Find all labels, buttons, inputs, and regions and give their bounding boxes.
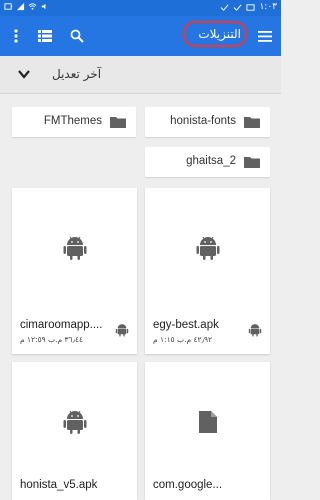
more-vert-icon	[14, 29, 18, 43]
folder-name: honista-fonts	[170, 115, 236, 127]
file-name: com.google...	[153, 479, 223, 491]
android-icon	[196, 236, 219, 260]
more-options-button[interactable]	[6, 26, 26, 46]
folder-item[interactable]: ghaitsa_2	[145, 147, 270, 177]
android-icon	[248, 324, 262, 337]
file-thumbnail	[12, 188, 137, 308]
wifi-icon	[28, 3, 37, 10]
folder-name: ghaitsa_2	[186, 155, 236, 167]
android-icon	[63, 410, 86, 434]
status-right-icons: ١:٠٣	[220, 2, 277, 12]
document-icon	[198, 411, 217, 433]
page-title: التنزيلات	[198, 27, 241, 41]
menu-button[interactable]	[255, 26, 275, 46]
battery-icon	[4, 3, 13, 10]
folder-item[interactable]: FMThemes	[12, 107, 136, 137]
file-item[interactable]: cimaroomapp.... ٣٦٫٤٤ م.ب ١٢:٥٩ م	[12, 188, 137, 354]
sort-label: آخر تعديل	[52, 67, 102, 81]
file-name: honista_v5.apk	[20, 479, 98, 491]
search-button[interactable]	[67, 26, 87, 46]
folder-icon	[244, 117, 260, 128]
folder-icon	[110, 117, 126, 128]
mute-icon	[41, 3, 46, 10]
app-bar: التنزيلات	[0, 16, 281, 56]
image-icon	[246, 3, 256, 11]
android-icon	[115, 324, 129, 337]
status-left-icons	[4, 2, 49, 11]
folder-item[interactable]: honista-fonts	[145, 107, 270, 137]
hamburger-menu-icon	[258, 30, 272, 42]
chevron-down-icon[interactable]	[16, 66, 32, 82]
list-view-button[interactable]	[35, 26, 55, 46]
status-time: ١:٠٣	[259, 2, 277, 12]
folder-name: FMThemes	[43, 115, 102, 127]
file-name: egy-best.apk	[153, 319, 219, 331]
file-item[interactable]: com.google...	[145, 362, 270, 500]
sort-bar[interactable]: آخر تعديل	[0, 56, 281, 94]
check-icon	[234, 4, 242, 11]
file-thumbnail	[12, 362, 137, 482]
file-item[interactable]: egy-best.apk ٤٢٫٩٢ م.ب ١:١٥ م	[145, 188, 270, 354]
file-thumbnail	[145, 188, 270, 308]
file-item[interactable]: honista_v5.apk	[12, 362, 137, 500]
list-view-icon	[38, 30, 52, 42]
folder-icon	[244, 157, 260, 168]
file-meta: ٣٦٫٤٤ م.ب ١٢:٥٩ م	[20, 335, 84, 344]
status-bar: ١:٠٣	[0, 0, 281, 16]
file-name: cimaroomapp....	[20, 319, 103, 331]
android-icon	[63, 236, 86, 260]
file-thumbnail	[145, 362, 270, 482]
check-icon	[221, 4, 229, 11]
search-icon	[70, 29, 84, 43]
file-meta: ٤٢٫٩٢ م.ب ١:١٥ م	[153, 335, 213, 344]
signal-icon	[16, 2, 25, 11]
